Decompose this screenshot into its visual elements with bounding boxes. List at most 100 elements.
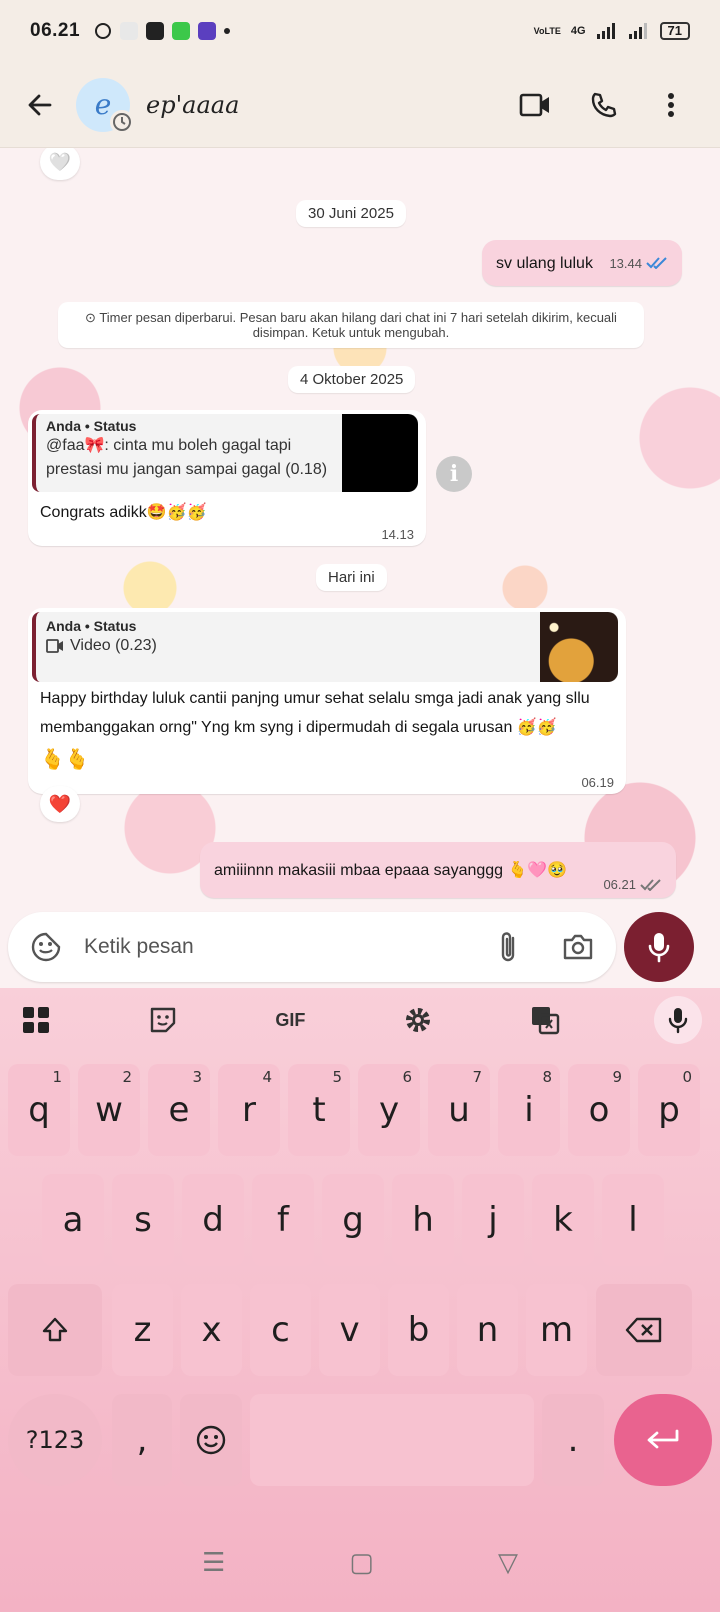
comma-key[interactable]: , (112, 1394, 172, 1486)
key-d[interactable]: d (182, 1174, 244, 1266)
key-s[interactable]: s (112, 1174, 174, 1266)
home-button[interactable]: ▢ (349, 1547, 374, 1578)
key-u[interactable]: u7 (428, 1064, 490, 1156)
attach-button[interactable] (488, 927, 528, 967)
voice-input-button[interactable] (653, 996, 702, 1044)
voice-call-button[interactable] (580, 82, 626, 128)
key-label: i (524, 1090, 534, 1130)
outgoing-message[interactable]: amiiinnn makasiii mbaa epaaa sayanggg 🫰🩷… (200, 842, 676, 898)
back-nav-button[interactable]: ▽ (498, 1547, 518, 1578)
emoji-key[interactable] (180, 1394, 242, 1486)
message-input[interactable]: Ketik pesan (84, 935, 488, 959)
symbols-key[interactable]: ?123 (8, 1394, 102, 1486)
key-hint: 5 (332, 1068, 342, 1086)
status-thumbnail (342, 414, 418, 492)
key-q[interactable]: q1 (8, 1064, 70, 1156)
key-g[interactable]: g (322, 1174, 384, 1266)
back-button[interactable] (10, 75, 70, 135)
key-e[interactable]: e3 (148, 1064, 210, 1156)
battery-indicator: 71 (659, 22, 690, 40)
key-z[interactable]: z (112, 1284, 173, 1376)
gif-button[interactable]: GIF (272, 1002, 308, 1038)
key-v[interactable]: v (319, 1284, 380, 1376)
incoming-message[interactable]: Anda • Status Video (0.23) Happy birthda… (28, 608, 626, 794)
key-w[interactable]: w2 (78, 1064, 140, 1156)
avatar-letter: e (94, 88, 112, 121)
key-hint: 6 (402, 1068, 412, 1086)
key-n[interactable]: n (457, 1284, 518, 1376)
outgoing-message[interactable]: sv ulang luluk 13.44 (482, 240, 682, 286)
chat-area[interactable]: 🤍 30 Juni 2025 sv ulang luluk 13.44 ⊙ Ti… (0, 148, 720, 1016)
emoji-sticker-button[interactable] (26, 927, 66, 967)
phone-icon (591, 92, 617, 117)
message-time: 14.13 (381, 527, 414, 542)
settings-button[interactable] (400, 1002, 436, 1038)
key-h[interactable]: h (392, 1174, 454, 1266)
enter-key[interactable] (614, 1394, 712, 1486)
backspace-key[interactable] (596, 1284, 692, 1376)
key-x[interactable]: x (181, 1284, 242, 1376)
contact-name[interactable]: ep'aaaa (146, 91, 239, 119)
key-hint: 0 (682, 1068, 692, 1086)
key-r[interactable]: r4 (218, 1064, 280, 1156)
apps-grid-button[interactable] (18, 1002, 54, 1038)
volte-label: VoLTE (533, 26, 561, 36)
message-meta: 06.21 (603, 877, 662, 898)
message-time: 13.44 (609, 255, 642, 271)
camera-icon (563, 934, 593, 960)
period-key[interactable]: . (542, 1394, 604, 1486)
grid-icon (23, 1007, 49, 1033)
quote-text: Video (0.23) (46, 634, 534, 658)
key-k[interactable]: k (532, 1174, 594, 1266)
reaction-badge-top[interactable]: 🤍 (40, 148, 80, 180)
key-label: u (448, 1090, 470, 1130)
key-j[interactable]: j (462, 1174, 524, 1266)
dot-icon (224, 28, 231, 34)
key-hint: 4 (262, 1068, 272, 1086)
key-f[interactable]: f (252, 1174, 314, 1266)
key-label: n (476, 1310, 499, 1350)
shift-key[interactable] (8, 1284, 102, 1376)
status-right: VoLTE 4G 71 (534, 22, 690, 40)
status-quote[interactable]: Anda • Status @faa🎀: cinta mu boleh gaga… (32, 414, 418, 492)
recents-button[interactable]: ☰ (202, 1547, 225, 1578)
camera-button[interactable] (558, 927, 598, 967)
key-p[interactable]: p0 (638, 1064, 700, 1156)
status-bar: 06.21 VoLTE 4G 71 (0, 0, 720, 62)
tiktok-icon (120, 22, 139, 40)
date-chip: Hari ini (316, 564, 387, 591)
key-label: o (588, 1090, 610, 1130)
key-t[interactable]: t5 (288, 1064, 350, 1156)
disappearing-timer-notice[interactable]: ⊙ Timer pesan diperbarui. Pesan baru aka… (58, 302, 644, 348)
status-quote[interactable]: Anda • Status Video (0.23) (32, 612, 618, 682)
incoming-message[interactable]: Anda • Status @faa🎀: cinta mu boleh gaga… (28, 410, 426, 546)
key-a[interactable]: a (42, 1174, 104, 1266)
space-key[interactable] (250, 1394, 534, 1486)
key-label: f (277, 1200, 289, 1240)
info-icon[interactable]: i (436, 456, 472, 492)
video-call-button[interactable] (512, 82, 558, 128)
key-i[interactable]: i8 (498, 1064, 560, 1156)
key-label: r (242, 1090, 256, 1130)
key-hint: 2 (122, 1068, 132, 1086)
key-o[interactable]: o9 (568, 1064, 630, 1156)
translate-button[interactable] (527, 1002, 563, 1038)
key-m[interactable]: m (526, 1284, 587, 1376)
message-composer[interactable]: Ketik pesan (8, 912, 616, 982)
quote-text: @faa🎀: cinta mu boleh gagal tapi prestas… (46, 437, 328, 478)
avatar[interactable]: e (76, 77, 134, 134)
voice-message-button[interactable] (624, 912, 694, 982)
sticker-button[interactable] (145, 1002, 181, 1038)
key-label: q (28, 1090, 50, 1130)
key-c[interactable]: c (250, 1284, 311, 1376)
message-meta: 13.44 (609, 256, 668, 271)
reaction-badge[interactable]: ❤️ (40, 786, 80, 822)
key-y[interactable]: y6 (358, 1064, 420, 1156)
more-options-button[interactable] (648, 82, 694, 128)
key-b[interactable]: b (388, 1284, 449, 1376)
header-actions (512, 82, 720, 128)
key-label: g (342, 1200, 364, 1240)
paperclip-icon (501, 932, 515, 962)
key-l[interactable]: l (602, 1174, 664, 1266)
key-label: h (412, 1200, 434, 1240)
